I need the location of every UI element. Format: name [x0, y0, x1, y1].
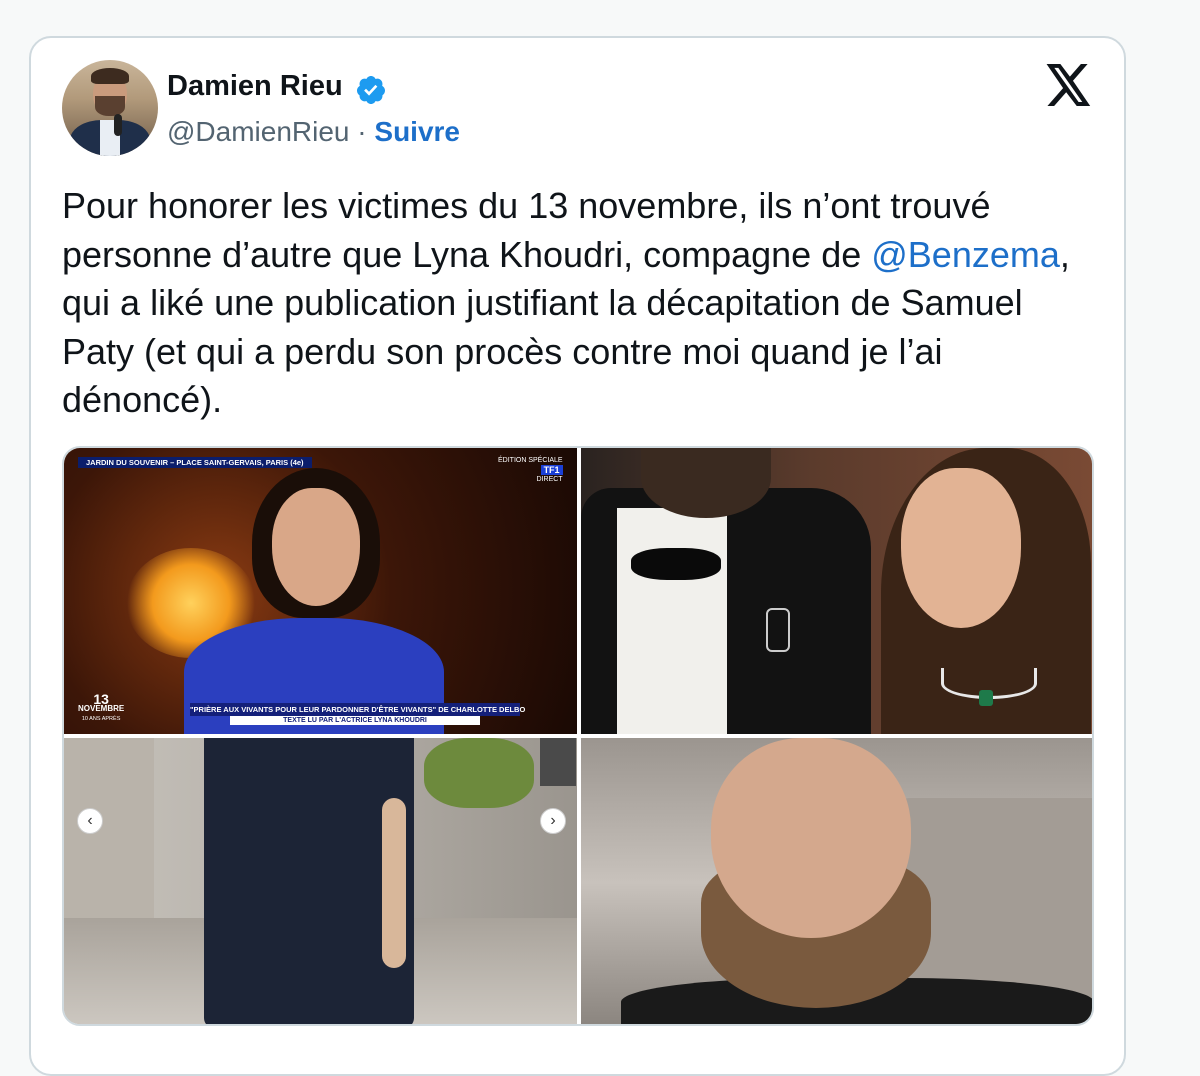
- location-banner: JARDIN DU SOUVENIR – PLACE SAINT-GERVAIS…: [78, 457, 312, 468]
- caption-line-1: "PRIÈRE AUX VIVANTS POUR LEUR PARDONNER …: [190, 703, 526, 716]
- photo-3[interactable]: ‹ ›: [64, 738, 577, 1024]
- caption-line-2: TEXTE LU PAR L'ACTRICE LYNA KHOUDRI: [230, 716, 480, 725]
- media-grid: JARDIN DU SOUVENIR – PLACE SAINT-GERVAIS…: [62, 446, 1094, 1026]
- verified-badge-icon: [356, 76, 385, 104]
- tf1-logo: ÉDITION SPÉCIALE TF1 DIRECT: [498, 457, 563, 484]
- carousel-next-icon: ›: [540, 808, 566, 834]
- 13-novembre-logo: 13 NOVEMBRE 10 ANS APRÈS: [78, 691, 125, 722]
- author-handle[interactable]: @DamienRieu: [167, 116, 350, 147]
- photo-1[interactable]: JARDIN DU SOUVENIR – PLACE SAINT-GERVAIS…: [64, 448, 577, 734]
- x-logo-icon[interactable]: [1046, 64, 1092, 106]
- separator-dot: ·: [357, 116, 367, 147]
- channel-name: TF1: [540, 465, 563, 475]
- author-name[interactable]: Damien Rieu: [167, 70, 343, 103]
- channel-edition: ÉDITION SPÉCIALE: [498, 457, 563, 464]
- channel-live: DIRECT: [536, 476, 563, 483]
- author-handle-row: @DamienRieu · Suivre: [167, 116, 460, 148]
- mention-link[interactable]: @Benzema: [871, 234, 1060, 275]
- tweet-text-part1: Pour honorer les victimes du 13 novembre…: [62, 185, 991, 275]
- photo-4[interactable]: [581, 738, 1092, 1024]
- carousel-prev-icon: ‹: [77, 808, 103, 834]
- tweet-text: Pour honorer les victimes du 13 novembre…: [62, 182, 1102, 425]
- author-avatar[interactable]: [62, 60, 158, 156]
- follow-button[interactable]: Suivre: [374, 116, 460, 147]
- photo-2[interactable]: [581, 448, 1092, 734]
